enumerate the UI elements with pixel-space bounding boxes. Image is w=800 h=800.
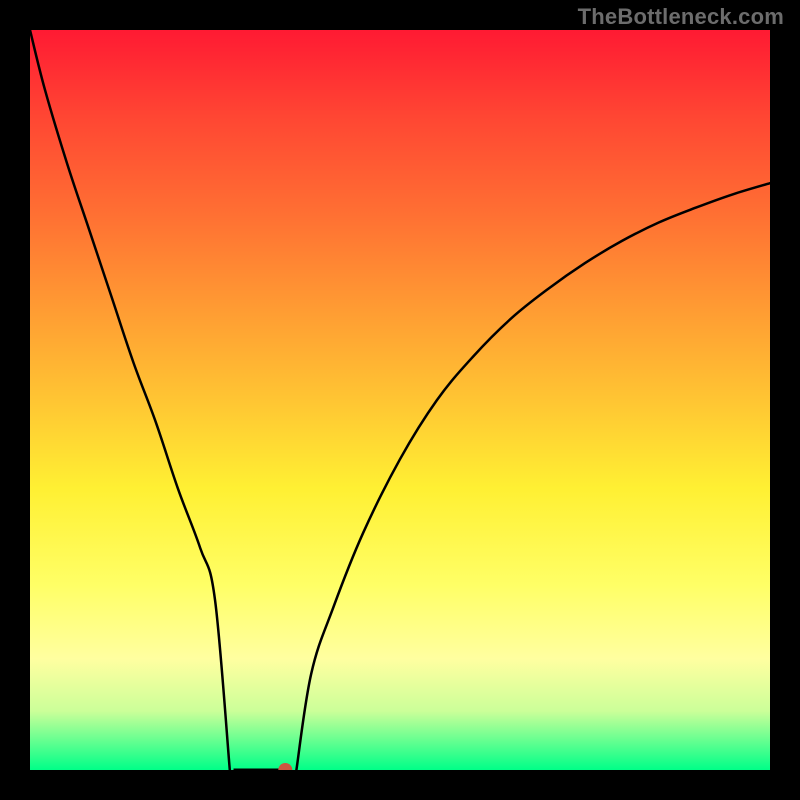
plot-area: [30, 30, 770, 770]
watermark-text: TheBottleneck.com: [578, 4, 784, 30]
curve-right: [296, 183, 770, 770]
curve-left: [30, 30, 230, 770]
optimum-marker: [278, 763, 292, 770]
curve-layer: [30, 30, 770, 770]
chart-frame: TheBottleneck.com: [0, 0, 800, 800]
